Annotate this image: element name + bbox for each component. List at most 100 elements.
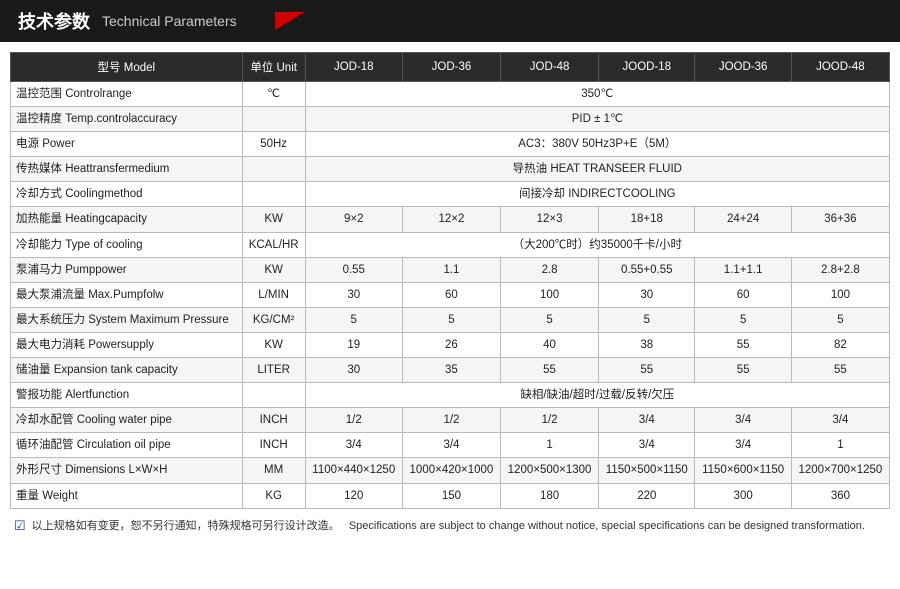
row-param: 最大电力消耗 Powersupply <box>11 332 243 357</box>
row-param: 加热能量 Heatingcapacity <box>11 207 243 232</box>
row-param: 温控范围 Controlrange <box>11 82 243 107</box>
row-value-jood48: 55 <box>791 358 889 383</box>
row-param: 储油量 Expansion tank capacity <box>11 358 243 383</box>
row-param: 泵浦马力 Pumppower <box>11 257 243 282</box>
row-param: 最大泵浦流量 Max.Pumpfolw <box>11 282 243 307</box>
row-value-jood18: 0.55+0.55 <box>599 257 695 282</box>
row-value-jod18: 1/2 <box>305 408 402 433</box>
row-unit: KW <box>242 207 305 232</box>
row-value-jod18: 30 <box>305 282 402 307</box>
row-value-jod48: 5 <box>501 307 599 332</box>
row-value-jood36: 3/4 <box>695 433 791 458</box>
row-span-value: AC3：380V 50Hz3P+E（5M） <box>305 132 889 157</box>
footer-icon: ☑ <box>14 518 26 534</box>
row-value-jod48: 2.8 <box>501 257 599 282</box>
row-value-jood36: 3/4 <box>695 408 791 433</box>
row-value-jood36: 300 <box>695 483 791 508</box>
row-value-jod18: 3/4 <box>305 433 402 458</box>
row-span-value: 导热油 HEAT TRANSEER FLUID <box>305 157 889 182</box>
table-row: 最大泵浦流量 Max.PumpfolwL/MIN30601003060100 <box>11 282 890 307</box>
row-value-jood48: 5 <box>791 307 889 332</box>
row-value-jod48: 12×3 <box>501 207 599 232</box>
row-value-jod36: 12×2 <box>402 207 500 232</box>
table-row: 传热媒体 Heattransfermedium 导热油 HEAT TRANSEER… <box>11 157 890 182</box>
row-value-jod18: 9×2 <box>305 207 402 232</box>
row-value-jood36: 1150×600×1150 <box>695 458 791 483</box>
row-param: 冷却水配管 Cooling water pipe <box>11 408 243 433</box>
row-param: 电源 Power <box>11 132 243 157</box>
row-value-jod48: 1 <box>501 433 599 458</box>
row-unit: L/MIN <box>242 282 305 307</box>
header: 技术参数 Technical Parameters <box>0 0 900 42</box>
row-value-jood18: 55 <box>599 358 695 383</box>
row-value-jood48: 1 <box>791 433 889 458</box>
row-value-jod18: 1100×440×1250 <box>305 458 402 483</box>
col-jood48: JOOD-48 <box>791 53 889 82</box>
row-param: 循环油配管 Circulation oil pipe <box>11 433 243 458</box>
table-row: 储油量 Expansion tank capacityLITER30355555… <box>11 358 890 383</box>
table-row: 温控范围 Controlrange℃350℃ <box>11 82 890 107</box>
table-row: 电源 Power50HzAC3：380V 50Hz3P+E（5M） <box>11 132 890 157</box>
table-row: 加热能量 HeatingcapacityKW9×212×212×318+1824… <box>11 207 890 232</box>
row-value-jood18: 38 <box>599 332 695 357</box>
row-param: 温控精度 Temp.controlaccuracy <box>11 107 243 132</box>
row-unit: MM <box>242 458 305 483</box>
row-value-jood36: 60 <box>695 282 791 307</box>
row-value-jod48: 100 <box>501 282 599 307</box>
header-title-zh: 技术参数 <box>18 8 90 34</box>
row-value-jood36: 55 <box>695 332 791 357</box>
row-value-jod48: 55 <box>501 358 599 383</box>
col-jood18: JOOD-18 <box>599 53 695 82</box>
row-value-jod36: 60 <box>402 282 500 307</box>
row-value-jood18: 220 <box>599 483 695 508</box>
col-jood36: JOOD-36 <box>695 53 791 82</box>
header-title-en: Technical Parameters <box>102 13 237 29</box>
table-row: 冷却方式 Coolingmethod 间接冷却 INDIRECTCOOLING <box>11 182 890 207</box>
table-row: 冷却能力 Type of coolingKCAL/HR（大200℃时）约3500… <box>11 232 890 257</box>
col-model: 型号 Model <box>11 53 243 82</box>
row-unit: INCH <box>242 433 305 458</box>
row-unit: ℃ <box>242 82 305 107</box>
row-param: 传热媒体 Heattransfermedium <box>11 157 243 182</box>
row-value-jod36: 1.1 <box>402 257 500 282</box>
row-value-jod36: 5 <box>402 307 500 332</box>
row-value-jod36: 26 <box>402 332 500 357</box>
row-value-jood48: 100 <box>791 282 889 307</box>
row-value-jood36: 24+24 <box>695 207 791 232</box>
row-param: 重量 Weight <box>11 483 243 508</box>
row-span-value: 350℃ <box>305 82 889 107</box>
row-unit <box>242 157 305 182</box>
row-value-jood36: 5 <box>695 307 791 332</box>
row-unit: INCH <box>242 408 305 433</box>
table-row: 冷却水配管 Cooling water pipeINCH1/21/21/23/4… <box>11 408 890 433</box>
row-value-jood18: 5 <box>599 307 695 332</box>
table-row: 警报功能 Alertfunction缺相/缺油/超时/过载/反转/欠压 <box>11 383 890 408</box>
row-value-jood48: 1200×700×1250 <box>791 458 889 483</box>
col-jod48: JOD-48 <box>501 53 599 82</box>
row-param: 冷却方式 Coolingmethod <box>11 182 243 207</box>
row-span-value: PID ± 1℃ <box>305 107 889 132</box>
row-value-jod36: 150 <box>402 483 500 508</box>
row-unit: LITER <box>242 358 305 383</box>
row-value-jod18: 30 <box>305 358 402 383</box>
row-value-jood48: 82 <box>791 332 889 357</box>
row-span-value: 间接冷却 INDIRECTCOOLING <box>305 182 889 207</box>
row-param: 冷却能力 Type of cooling <box>11 232 243 257</box>
table-row: 重量 WeightKG120150180220300360 <box>11 483 890 508</box>
row-value-jod36: 35 <box>402 358 500 383</box>
row-value-jod36: 3/4 <box>402 433 500 458</box>
row-unit: KG <box>242 483 305 508</box>
footer: ☑ 以上规格如有变更，恕不另行通知，特殊规格可另行设计改造。 Specifica… <box>0 509 900 542</box>
col-jod36: JOD-36 <box>402 53 500 82</box>
params-table: 型号 Model 单位 Unit JOD-18 JOD-36 JOD-48 JO… <box>10 52 890 509</box>
table-row: 最大系统压力 System Maximum PressureKG/CM²5555… <box>11 307 890 332</box>
row-value-jood18: 30 <box>599 282 695 307</box>
row-value-jod36: 1000×420×1000 <box>402 458 500 483</box>
row-param: 警报功能 Alertfunction <box>11 383 243 408</box>
row-value-jood18: 18+18 <box>599 207 695 232</box>
row-value-jood48: 360 <box>791 483 889 508</box>
row-unit <box>242 383 305 408</box>
table-row: 外形尺寸 Dimensions L×W×HMM1100×440×12501000… <box>11 458 890 483</box>
row-unit: KW <box>242 257 305 282</box>
table-row: 最大电力消耗 PowersupplyKW192640385582 <box>11 332 890 357</box>
